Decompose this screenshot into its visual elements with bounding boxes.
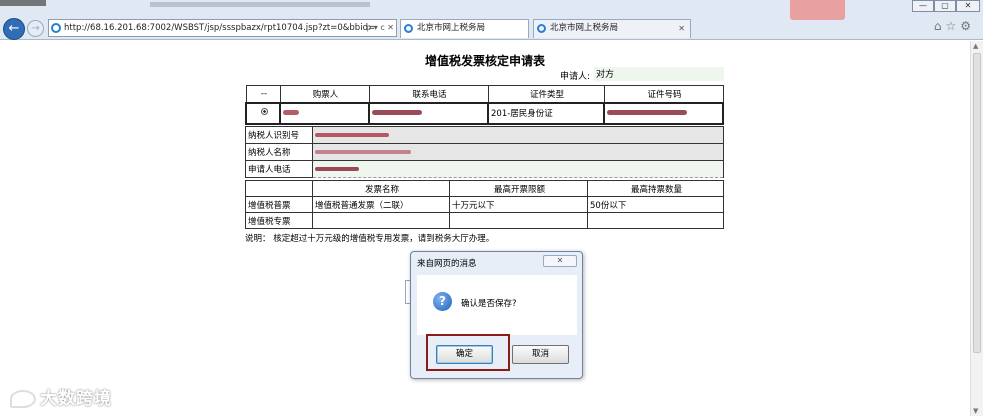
header-cell: 联系电话: [368, 85, 489, 103]
minimize-button[interactable]: —: [912, 0, 934, 12]
invoice-qty-cell: 50份以下: [587, 196, 724, 213]
forward-arrow-icon[interactable]: →: [27, 20, 44, 37]
invoice-limit-cell: 十万元以下: [449, 196, 588, 213]
invoice-table: 发票名称 最高开票限额 最高持票数量 增值税普票 增值税普通发票（二联） 十万元…: [245, 180, 724, 229]
ok-highlight-annotation: [426, 334, 510, 371]
table-header-row: -- 购票人 联系电话 证件类型 证件号码: [245, 85, 724, 103]
ie-tab-icon: [404, 24, 413, 33]
purchaser-name-cell: [279, 101, 370, 125]
id-type-cell: 201-居民身份证: [487, 101, 605, 125]
note-text: 说明： 核定超过十万元级的增值税专用发票，请到税务大厅办理。: [245, 234, 495, 244]
back-arrow-icon[interactable]: ←: [3, 18, 25, 40]
table-row: 纳税人识别号: [245, 126, 724, 144]
header-cell: [245, 180, 313, 197]
applicant-phone-field[interactable]: [312, 160, 724, 178]
maximize-button[interactable]: ▢: [934, 0, 956, 12]
taxpayer-table: 纳税人识别号 纳税人名称 申请人电话: [245, 126, 724, 178]
applicant-input[interactable]: 对方: [594, 67, 724, 81]
header-cell: --: [245, 85, 281, 103]
applicant-label: 申请人:: [560, 72, 591, 82]
dialog-close-button[interactable]: ✕: [543, 255, 577, 267]
taxpayer-name-field[interactable]: [312, 143, 724, 161]
invoice-name-cell: [312, 212, 450, 229]
dialog-title: 来自网页的消息: [417, 259, 477, 269]
dialog-body: ? 确认是否保存?: [417, 275, 577, 335]
watermark-logo-icon: [10, 390, 36, 408]
question-icon: ?: [433, 292, 452, 311]
browser-chrome: — ▢ ✕ ← → http://68.16.201.68:7002/WSBST…: [0, 0, 983, 40]
phone-cell: [368, 101, 489, 125]
cancel-button[interactable]: 取消: [512, 345, 569, 364]
tab-close-icon[interactable]: ✕: [678, 20, 685, 37]
address-text: http://68.16.201.68:7002/WSBST/jsp/ssspb…: [64, 23, 376, 33]
invoice-type-cell: 增值税专票: [245, 212, 313, 229]
redacted-name: [283, 110, 299, 115]
table-header-row: 发票名称 最高开票限额 最高持票数量: [245, 180, 724, 197]
redacted-phone: [372, 110, 422, 115]
row-select-cell[interactable]: [245, 101, 281, 125]
ie-page-icon: [51, 23, 61, 33]
close-window-button[interactable]: ✕: [956, 0, 980, 12]
taxpayer-id-field[interactable]: [312, 126, 724, 144]
scroll-down-icon[interactable]: ▼: [973, 407, 978, 415]
id-number-cell: [603, 101, 724, 125]
table-row: 申请人电话: [245, 160, 724, 178]
header-cell: 证件类型: [487, 85, 605, 103]
applicant-phone-label: 申请人电话: [245, 160, 313, 178]
tab-label: 北京市网上税务局: [417, 23, 486, 33]
header-cell: 最高开票限额: [449, 180, 588, 197]
address-tools[interactable]: ρ ▾ c ✕: [366, 20, 394, 36]
scroll-up-icon[interactable]: ▲: [973, 42, 978, 50]
header-cell: 发票名称: [312, 180, 450, 197]
taxpayer-id-label: 纳税人识别号: [245, 126, 313, 144]
header-cell: 最高持票数量: [587, 180, 724, 197]
purchaser-table: -- 购票人 联系电话 证件类型 证件号码 201-居民身份证: [245, 85, 724, 125]
watermark: 大数跨境: [10, 384, 112, 409]
redacted-taxpayer-id: [315, 132, 389, 137]
scroll-thumb[interactable]: [973, 53, 981, 353]
home-favorites-settings-icons[interactable]: ⌂☆⚙: [934, 19, 975, 33]
radio-selected-icon[interactable]: [260, 108, 268, 115]
tab-tax-bureau-1[interactable]: 北京市网上税务局: [400, 19, 529, 38]
invoice-limit-cell: [449, 212, 588, 229]
table-row: 纳税人名称: [245, 143, 724, 161]
invoice-type-cell: 增值税普票: [245, 196, 313, 213]
table-row: 增值税普票 增值税普通发票（二联） 十万元以下 50份以下: [245, 196, 724, 213]
tab-tax-bureau-2[interactable]: 北京市网上税务局 ✕: [533, 19, 691, 38]
watermark-text: 大数跨境: [40, 389, 112, 409]
ie-tab-icon: [537, 24, 546, 33]
invoice-name-cell: 增值税普通发票（二联）: [312, 196, 450, 213]
tab-label: 北京市网上税务局: [550, 23, 619, 33]
vertical-scrollbar[interactable]: ▲ ▼: [970, 41, 983, 416]
page-title: 增值税发票核定申请表: [424, 54, 545, 68]
address-bar[interactable]: http://68.16.201.68:7002/WSBST/jsp/ssspb…: [48, 19, 397, 37]
header-cell: 购票人: [279, 85, 370, 103]
red-header-button[interactable]: [790, 0, 845, 20]
table-row: 增值税专票: [245, 212, 724, 229]
header-cell: 证件号码: [603, 85, 724, 103]
invoice-qty-cell: [587, 212, 724, 229]
window-caption: [0, 0, 46, 6]
redacted-taxpayer-name: [315, 149, 411, 154]
table-row[interactable]: 201-居民身份证: [245, 101, 724, 125]
redacted-applicant-phone: [315, 166, 359, 171]
title-text-blur: [150, 2, 370, 7]
redacted-id-number: [607, 110, 687, 115]
taxpayer-name-label: 纳税人名称: [245, 143, 313, 161]
dialog-message: 确认是否保存?: [461, 299, 517, 309]
